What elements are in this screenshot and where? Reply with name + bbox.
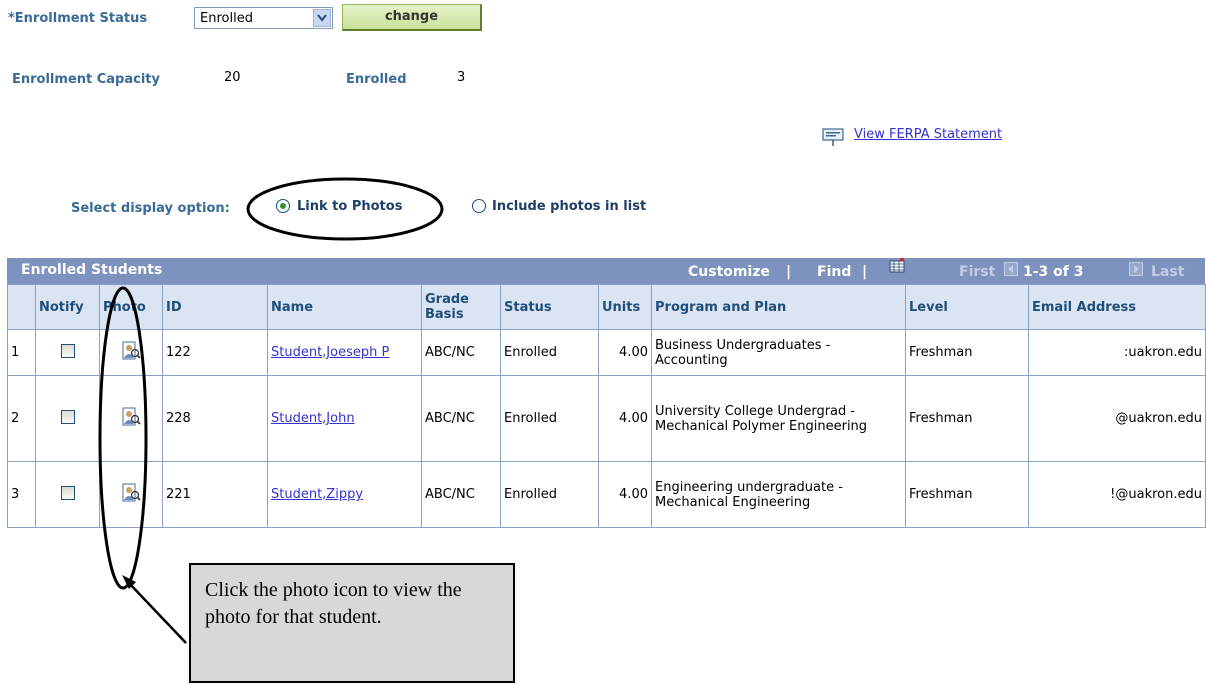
level-cell: Freshman: [905, 461, 1029, 528]
annotation-arrow-head: [122, 575, 136, 589]
table-header-row: Notify Photo ID Name Grade Basis Status …: [7, 284, 1206, 330]
notify-checkbox[interactable]: [60, 343, 75, 358]
grade-basis-cell: ABC/NC: [421, 329, 501, 376]
last-link[interactable]: Last: [1151, 264, 1184, 280]
units-cell: 4.00: [598, 329, 652, 376]
id-cell: 228: [162, 375, 268, 462]
row-number: 2: [7, 375, 36, 462]
grid-separator-1: |: [786, 264, 792, 280]
enrolled-students-grid: Enrolled Students Customize | Find | Fir…: [7, 258, 1206, 528]
row-number: 1: [7, 329, 36, 376]
find-link[interactable]: Find: [817, 264, 851, 280]
status-cell: Enrolled: [500, 461, 599, 528]
grid-title: Enrolled Students: [21, 262, 163, 278]
grid-separator-2: |: [862, 264, 868, 280]
table-row: 3 221 Student,Zippy ABC/NC Enrolled 4.00…: [7, 461, 1206, 528]
radio-include-photos-label[interactable]: Include photos in list: [492, 199, 646, 214]
notify-checkbox[interactable]: [60, 485, 75, 500]
program-cell: University College Undergrad - Mechanica…: [651, 375, 906, 462]
ferpa-icon[interactable]: [822, 127, 844, 151]
customize-link[interactable]: Customize: [688, 264, 770, 280]
annotation-ellipse-radio: [246, 177, 444, 241]
email-cell: :uakron.edu: [1028, 329, 1206, 376]
callout-box: Click the photo icon to view the photo f…: [189, 563, 515, 683]
enrollment-status-value: Enrolled: [200, 11, 253, 26]
notify-cell: [35, 461, 100, 528]
first-link[interactable]: First: [959, 264, 995, 280]
change-button[interactable]: change: [342, 4, 482, 31]
photo-icon[interactable]: [121, 483, 141, 503]
col-program-plan: Program and Plan: [651, 284, 906, 330]
last-arrow-icon[interactable]: [1129, 262, 1143, 280]
student-name-link[interactable]: Student,Joeseph P: [271, 345, 389, 360]
enrollment-status-label: *Enrollment Status: [8, 11, 148, 26]
status-cell: Enrolled: [500, 329, 599, 376]
grade-basis-cell: ABC/NC: [421, 375, 501, 462]
email-cell: !@uakron.edu: [1028, 461, 1206, 528]
callout-text: Click the photo icon to view the photo f…: [205, 579, 462, 628]
radio-include-photos[interactable]: [472, 199, 486, 213]
ferpa-link[interactable]: View FERPA Statement: [854, 127, 1002, 142]
col-grade-basis: Grade Basis: [421, 284, 501, 330]
grid-header-bar: Enrolled Students Customize | Find | Fir…: [7, 258, 1205, 284]
id-cell: 221: [162, 461, 268, 528]
level-cell: Freshman: [905, 329, 1029, 376]
photo-cell: [99, 461, 163, 528]
program-cell: Engineering undergraduate - Mechanical E…: [651, 461, 906, 528]
notify-checkbox[interactable]: [60, 409, 75, 424]
dropdown-arrow-icon[interactable]: [313, 9, 331, 27]
units-cell: 4.00: [598, 375, 652, 462]
col-level: Level: [905, 284, 1029, 330]
enrolled-value: 3: [457, 70, 466, 85]
enrolled-label: Enrolled: [346, 72, 407, 87]
student-name-link[interactable]: Student,John: [271, 411, 355, 426]
table-row: 2 228 Student,John ABC/NC Enrolled 4.00 …: [7, 375, 1206, 462]
col-photo: Photo: [99, 284, 163, 330]
col-status: Status: [500, 284, 599, 330]
first-arrow-icon[interactable]: [1004, 262, 1018, 280]
level-cell: Freshman: [905, 375, 1029, 462]
name-cell: Student,Joeseph P: [267, 329, 422, 376]
annotation-arrow-line: [127, 581, 187, 644]
student-name-link[interactable]: Student,Zippy: [271, 487, 363, 502]
col-id: ID: [162, 284, 268, 330]
photo-cell: [99, 375, 163, 462]
grid-range: 1-3 of 3: [1023, 264, 1084, 280]
enrollment-status-select[interactable]: Enrolled: [194, 7, 333, 29]
table-row: 1 122 Student,Joeseph P ABC/NC Enrolled …: [7, 329, 1206, 376]
grid-icon[interactable]: [889, 258, 905, 278]
name-cell: Student,Zippy: [267, 461, 422, 528]
students-table: Notify Photo ID Name Grade Basis Status …: [7, 284, 1206, 528]
enrollment-capacity-label: Enrollment Capacity: [12, 72, 160, 87]
notify-cell: [35, 375, 100, 462]
program-cell: Business Undergraduates - Accounting: [651, 329, 906, 376]
photo-cell: [99, 329, 163, 376]
col-notify: Notify: [35, 284, 100, 330]
notify-cell: [35, 329, 100, 376]
enrollment-capacity-value: 20: [224, 70, 241, 85]
photo-icon[interactable]: [121, 407, 141, 427]
col-name: Name: [267, 284, 422, 330]
id-cell: 122: [162, 329, 268, 376]
status-cell: Enrolled: [500, 375, 599, 462]
photo-icon[interactable]: [121, 341, 141, 361]
units-cell: 4.00: [598, 461, 652, 528]
col-units: Units: [598, 284, 652, 330]
row-number: 3: [7, 461, 36, 528]
col-rownum: [7, 284, 36, 330]
col-email: Email Address: [1028, 284, 1206, 330]
name-cell: Student,John: [267, 375, 422, 462]
grade-basis-cell: ABC/NC: [421, 461, 501, 528]
display-option-label: Select display option:: [71, 201, 230, 216]
email-cell: @uakron.edu: [1028, 375, 1206, 462]
